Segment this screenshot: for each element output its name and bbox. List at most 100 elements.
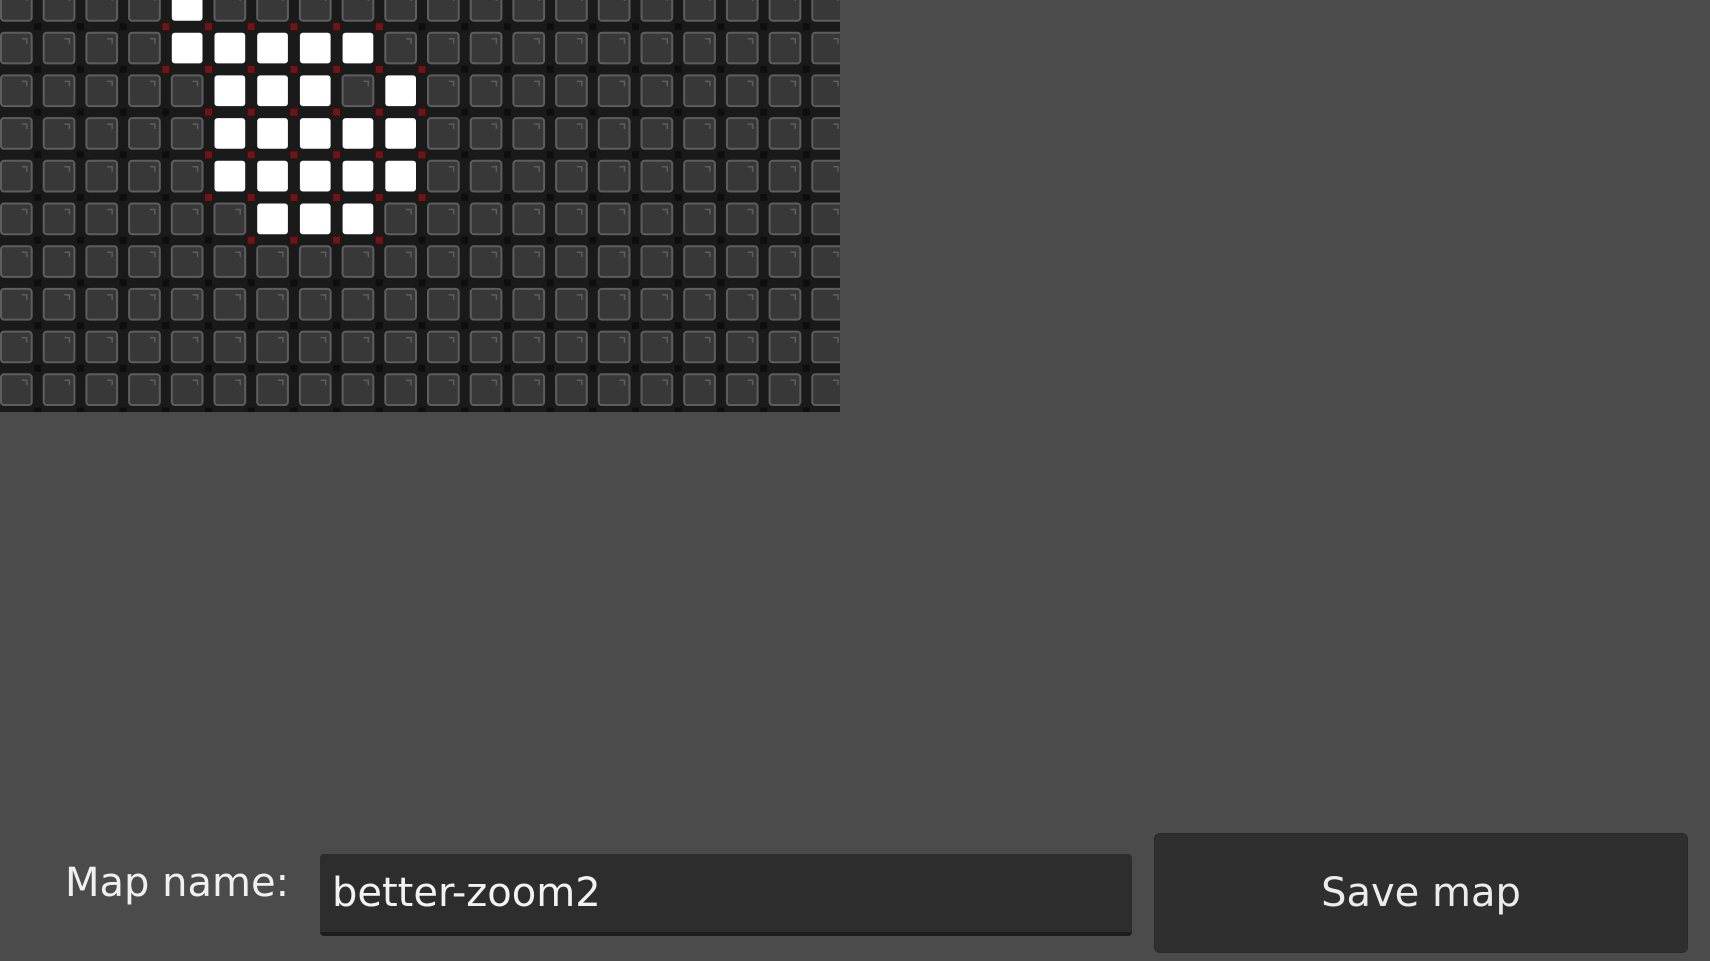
- grid-vertex: [34, 236, 42, 244]
- empty-tile: [427, 74, 460, 108]
- grid-vertex: [589, 407, 597, 412]
- empty-tile: [128, 373, 161, 406]
- empty-tile: [555, 74, 588, 108]
- grid-vertex: [546, 23, 554, 31]
- empty-tile: [341, 0, 375, 22]
- empty-tile: [0, 202, 33, 236]
- empty-tile: [512, 330, 546, 364]
- filled-tile: [257, 118, 288, 149]
- empty-tile: [555, 202, 588, 236]
- empty-tile: [683, 159, 716, 193]
- grid-vertex: [461, 364, 469, 372]
- edge-vertex-marker: [247, 194, 255, 201]
- empty-tile: [384, 245, 417, 278]
- empty-tile: [42, 330, 76, 364]
- grid-vertex: [162, 151, 170, 159]
- grid-vertex: [760, 194, 768, 201]
- map-name-input[interactable]: [320, 854, 1132, 936]
- empty-tile: [768, 287, 802, 321]
- filled-tile: [342, 118, 374, 149]
- empty-tile: [555, 330, 588, 364]
- map-name-label: Map name:: [65, 860, 290, 906]
- empty-tile: [42, 0, 76, 22]
- grid-vertex: [418, 236, 426, 244]
- grid-vertex: [34, 23, 42, 31]
- edge-vertex-marker: [247, 23, 255, 31]
- empty-tile: [427, 373, 460, 406]
- grid-vertex: [674, 108, 682, 116]
- grid-vertex: [503, 23, 511, 31]
- grid-vertex: [760, 407, 768, 412]
- empty-tile: [170, 287, 204, 321]
- empty-tile: [469, 287, 503, 321]
- edge-vertex-marker: [375, 236, 383, 244]
- grid-vertex: [247, 279, 255, 287]
- empty-tile: [42, 74, 76, 108]
- empty-tile: [725, 159, 759, 193]
- grid-vertex: [375, 407, 383, 412]
- edge-vertex-marker: [290, 65, 298, 73]
- empty-tile: [683, 287, 716, 321]
- grid-vertex: [333, 364, 341, 372]
- grid-vertex: [461, 279, 469, 287]
- grid-vertex: [717, 322, 725, 330]
- grid-vertex: [375, 279, 383, 287]
- edge-vertex-marker: [375, 65, 383, 73]
- grid-vertex: [461, 151, 469, 159]
- empty-tile: [811, 330, 840, 364]
- empty-tile: [427, 117, 460, 150]
- grid-vertex: [290, 407, 298, 412]
- grid-vertex: [333, 279, 341, 287]
- grid-vertex: [34, 279, 42, 287]
- empty-tile: [597, 245, 631, 278]
- empty-tile: [42, 159, 76, 193]
- grid-vertex: [717, 65, 725, 73]
- empty-tile: [341, 287, 375, 321]
- grid-vertex: [802, 151, 810, 159]
- grid-vertex: [503, 108, 511, 116]
- grid-vertex: [503, 279, 511, 287]
- grid-vertex: [162, 108, 170, 116]
- filled-tile: [385, 75, 416, 107]
- grid-vertex: [674, 194, 682, 201]
- empty-tile: [42, 287, 76, 321]
- grid-vertex: [632, 108, 639, 116]
- empty-tile: [85, 373, 119, 406]
- grid-vertex: [76, 108, 84, 116]
- empty-tile: [640, 373, 674, 406]
- empty-tile: [85, 74, 119, 108]
- empty-tile: [512, 117, 546, 150]
- grid-vertex: [333, 322, 341, 330]
- empty-tile: [725, 287, 759, 321]
- empty-tile: [640, 287, 674, 321]
- grid-vertex: [461, 236, 469, 244]
- grid-vertex: [34, 194, 42, 201]
- grid-vertex: [503, 151, 511, 159]
- empty-tile: [128, 287, 161, 321]
- edge-vertex-marker: [205, 108, 212, 116]
- empty-tile: [42, 373, 76, 406]
- grid-vertex: [632, 194, 639, 201]
- empty-tile: [469, 330, 503, 364]
- empty-tile: [597, 330, 631, 364]
- grid-vertex: [546, 364, 554, 372]
- grid-vertex: [632, 23, 639, 31]
- empty-tile: [213, 330, 247, 364]
- save-map-button[interactable]: Save map: [1154, 833, 1688, 953]
- grid-vertex: [674, 322, 682, 330]
- map-grid[interactable]: [0, 0, 840, 412]
- grid-vertex: [205, 322, 212, 330]
- filled-tile: [342, 203, 374, 235]
- edge-vertex-marker: [205, 65, 212, 73]
- grid-vertex: [290, 322, 298, 330]
- filled-tile: [214, 160, 246, 192]
- empty-tile: [213, 202, 247, 236]
- empty-tile: [128, 0, 161, 22]
- empty-tile: [0, 245, 33, 278]
- empty-tile: [683, 0, 716, 22]
- edge-vertex-marker: [247, 65, 255, 73]
- grid-vertex: [589, 322, 597, 330]
- empty-tile: [341, 245, 375, 278]
- grid-vertex: [717, 279, 725, 287]
- grid-vertex: [333, 407, 341, 412]
